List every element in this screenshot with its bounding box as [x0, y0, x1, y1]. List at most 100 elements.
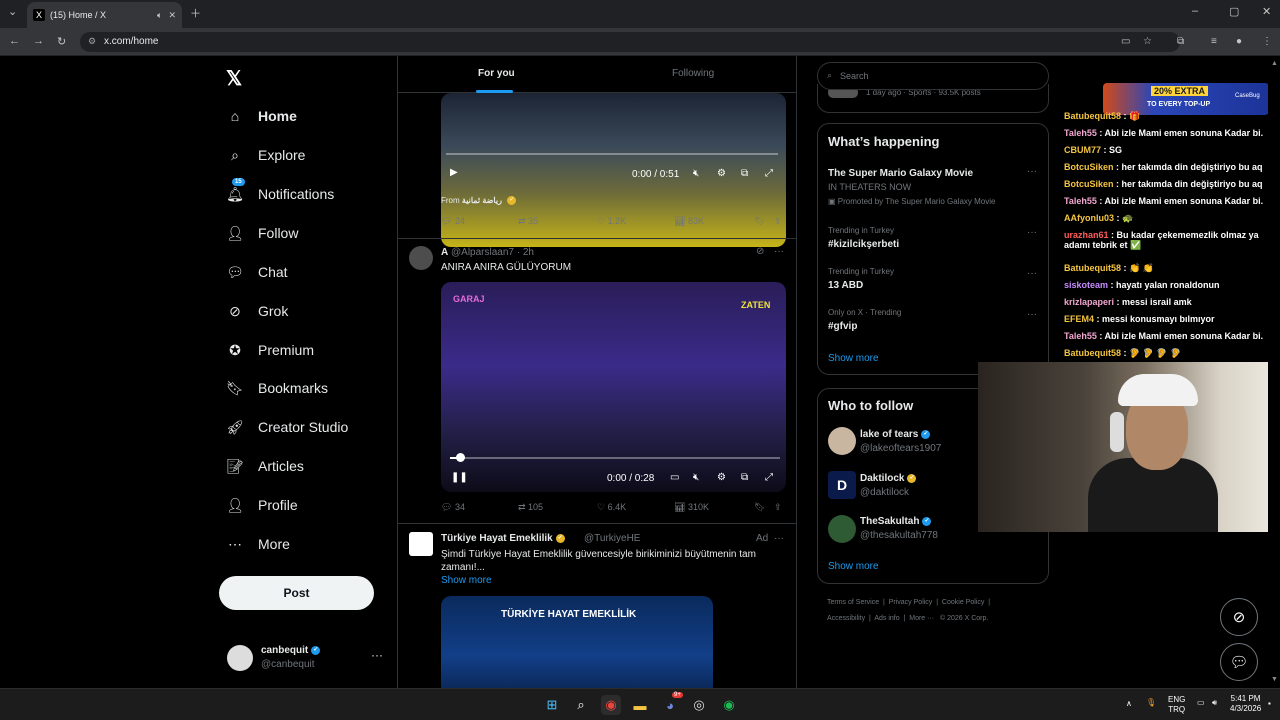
close-window-icon[interactable]: ✕ — [1262, 5, 1271, 18]
cast-icon[interactable]: ▭ — [1121, 36, 1130, 47]
profile-avatar-icon[interactable]: ● — [1236, 36, 1242, 47]
trend-more-icon[interactable]: ··· — [1027, 268, 1037, 279]
footer-link[interactable]: Terms of Service — [827, 599, 879, 606]
from-account[interactable]: رياضة ثمانية — [462, 196, 502, 205]
views-button[interactable]: 📊︎ 83K — [674, 216, 704, 227]
browser-menu-icon[interactable]: ⋮ — [1262, 36, 1272, 47]
trend-name[interactable]: #kizilcikşerbeti — [828, 239, 899, 250]
reading-list-icon[interactable]: ≡ — [1211, 36, 1217, 47]
wtf-name[interactable]: TheSakultah ✓ — [860, 516, 932, 527]
sidebar-item-articles[interactable]: 📝︎ Articles — [226, 452, 304, 480]
clock[interactable]: 5:41 PM 4/3/2026 — [1230, 694, 1261, 714]
discord-icon[interactable]: ◕ 9+ — [660, 692, 683, 715]
show-more-link[interactable]: Show more — [441, 575, 492, 586]
post-button[interactable]: Post — [219, 576, 374, 610]
repost-button[interactable]: ⇄ 105 — [518, 502, 543, 513]
tweet2-scrubber-handle[interactable] — [455, 453, 465, 462]
fullscreen-icon[interactable]: ⤢ — [765, 168, 773, 179]
trend-name[interactable]: The Super Mario Galaxy Movie — [828, 168, 973, 179]
pip-icon[interactable]: ⧉ — [741, 168, 748, 179]
captions-icon[interactable]: ▭ — [670, 472, 679, 483]
sidebar-item-explore[interactable]: ⌕ Explore — [226, 141, 305, 169]
tweet3-author[interactable]: Türkiye Hayat Emeklilik ✓ — [441, 533, 565, 544]
pip-icon[interactable]: ⧉ — [741, 472, 748, 483]
file-explorer-icon[interactable]: ▬ — [630, 695, 650, 715]
windows-start-icon[interactable]: ⊞ — [542, 695, 562, 715]
scroll-down-icon[interactable]: ▼ — [1271, 676, 1278, 683]
site-info-icon[interactable]: ⚙ — [88, 36, 96, 47]
extensions-icon[interactable]: ⧉ — [1177, 36, 1184, 47]
browser-tab[interactable]: X (15) Home / X 🔈︎ ✕ — [27, 2, 182, 28]
notification-center-icon[interactable]: ▪ — [1268, 699, 1271, 708]
pause-icon[interactable]: ❚❚ — [451, 472, 468, 483]
reload-icon[interactable]: ↻ — [57, 35, 66, 48]
tab-for-you[interactable]: For you — [478, 68, 515, 79]
tweet1-video-progress[interactable] — [446, 153, 778, 155]
bookmark-button[interactable]: 🔖︎ — [754, 216, 765, 227]
sidebar-item-bookmarks[interactable]: 🔖︎ Bookmarks — [226, 374, 328, 402]
sidebar-item-more[interactable]: ⋯ More — [226, 530, 290, 558]
repost-button[interactable]: ⇄ 35 — [518, 216, 538, 227]
sidebar-item-chat[interactable]: 💬︎ Chat — [226, 258, 287, 286]
obs-icon[interactable]: ◎ — [689, 695, 709, 715]
play-icon[interactable]: ▶ — [450, 167, 458, 178]
tweet3-handle[interactable]: @TurkiyeHE — [584, 533, 640, 544]
tweet-more-icon[interactable]: ··· — [774, 533, 784, 544]
tweet3-avatar[interactable] — [409, 532, 433, 556]
tweet2-video-progress[interactable] — [450, 457, 780, 459]
sidebar-item-creator-studio[interactable]: 🚀︎ Creator Studio — [226, 413, 348, 441]
language-indicator[interactable]: ENG TRQ — [1168, 695, 1185, 715]
share-button[interactable]: ⇪ — [774, 502, 782, 513]
mute-tab-icon[interactable]: 🔈︎ — [157, 10, 162, 21]
sidebar-item-premium[interactable]: ✪ Premium — [226, 336, 314, 364]
close-tab-icon[interactable]: ✕ — [168, 10, 176, 21]
spotify-icon[interactable]: ◉ — [719, 695, 739, 715]
trend-name[interactable]: #gfvip — [828, 321, 857, 332]
show-more-link[interactable]: Show more — [828, 561, 879, 572]
trend-more-icon[interactable]: ··· — [1027, 309, 1037, 320]
tray-overflow-icon[interactable]: ∧ — [1126, 699, 1132, 708]
network-icon[interactable]: ▭ — [1197, 698, 1205, 707]
tweet3-ad-image[interactable]: TÜRKİYE HAYAT EMEKLİLİK — [441, 596, 713, 688]
footer-link[interactable]: Privacy Policy — [889, 599, 933, 606]
sidebar-item-follow[interactable]: 👤︎ Follow — [226, 219, 298, 247]
footer-link[interactable]: Ads info — [874, 615, 899, 622]
trend-more-icon[interactable]: ··· — [1027, 227, 1037, 238]
settings-icon[interactable]: ⚙ — [717, 472, 726, 483]
account-menu-icon[interactable]: ··· — [371, 648, 383, 662]
forward-icon[interactable]: → — [33, 35, 44, 47]
wtf-avatar[interactable] — [828, 427, 856, 455]
share-button[interactable]: ⇪ — [774, 216, 782, 227]
microphone-icon[interactable]: 🎙︎ — [1146, 698, 1156, 707]
wtf-name[interactable]: Daktilock ✓ — [860, 473, 917, 484]
sidebar-item-home[interactable]: ⌂ Home — [226, 102, 297, 130]
tweet2-handle[interactable]: @Alparslaan7 · 2h — [451, 247, 534, 258]
taskbar-search-icon[interactable]: ⌕ — [571, 695, 591, 715]
bookmark-button[interactable]: 🔖︎ — [754, 502, 765, 513]
grok-explain-icon[interactable]: ⊘ — [756, 246, 764, 257]
search-input[interactable]: ⌕ Search — [817, 62, 1049, 90]
new-tab-icon[interactable]: ＋ — [190, 5, 201, 21]
scroll-up-icon[interactable]: ▲ — [1271, 60, 1278, 67]
settings-icon[interactable]: ⚙ — [717, 168, 726, 179]
sidebar-item-notifications[interactable]: 🔔︎ 15 Notifications — [226, 178, 334, 208]
footer-link[interactable]: Accessibility — [827, 615, 865, 622]
views-button[interactable]: 📊︎ 310K — [674, 502, 709, 513]
tab-search-icon[interactable]: ⌄ — [8, 5, 17, 18]
x-logo[interactable]: 𝕏 — [226, 66, 242, 91]
grok-float-icon[interactable]: ⊘ — [1220, 598, 1258, 636]
chrome-icon[interactable]: ◉ — [601, 695, 621, 715]
back-icon[interactable]: ← — [9, 35, 20, 47]
footer-link[interactable]: More ··· — [909, 615, 934, 622]
sidebar-item-profile[interactable]: 👤︎ Profile — [226, 491, 298, 519]
mute-icon[interactable]: 🔇︎ — [693, 168, 699, 179]
volume-icon[interactable]: 🔊︎ — [1212, 698, 1217, 708]
tweet2-author[interactable]: A — [441, 247, 448, 258]
trend-more-icon[interactable]: ··· — [1027, 166, 1037, 177]
reply-button[interactable]: 💬︎ 34 — [441, 502, 465, 513]
tab-following[interactable]: Following — [672, 68, 714, 79]
reply-button[interactable]: 💬︎ 24 — [441, 216, 465, 227]
account-switcher[interactable]: canbequit ✓ @canbequit ··· — [227, 643, 387, 675]
minimize-icon[interactable]: – — [1192, 5, 1198, 17]
mute-icon[interactable]: 🔇︎ — [693, 472, 699, 483]
